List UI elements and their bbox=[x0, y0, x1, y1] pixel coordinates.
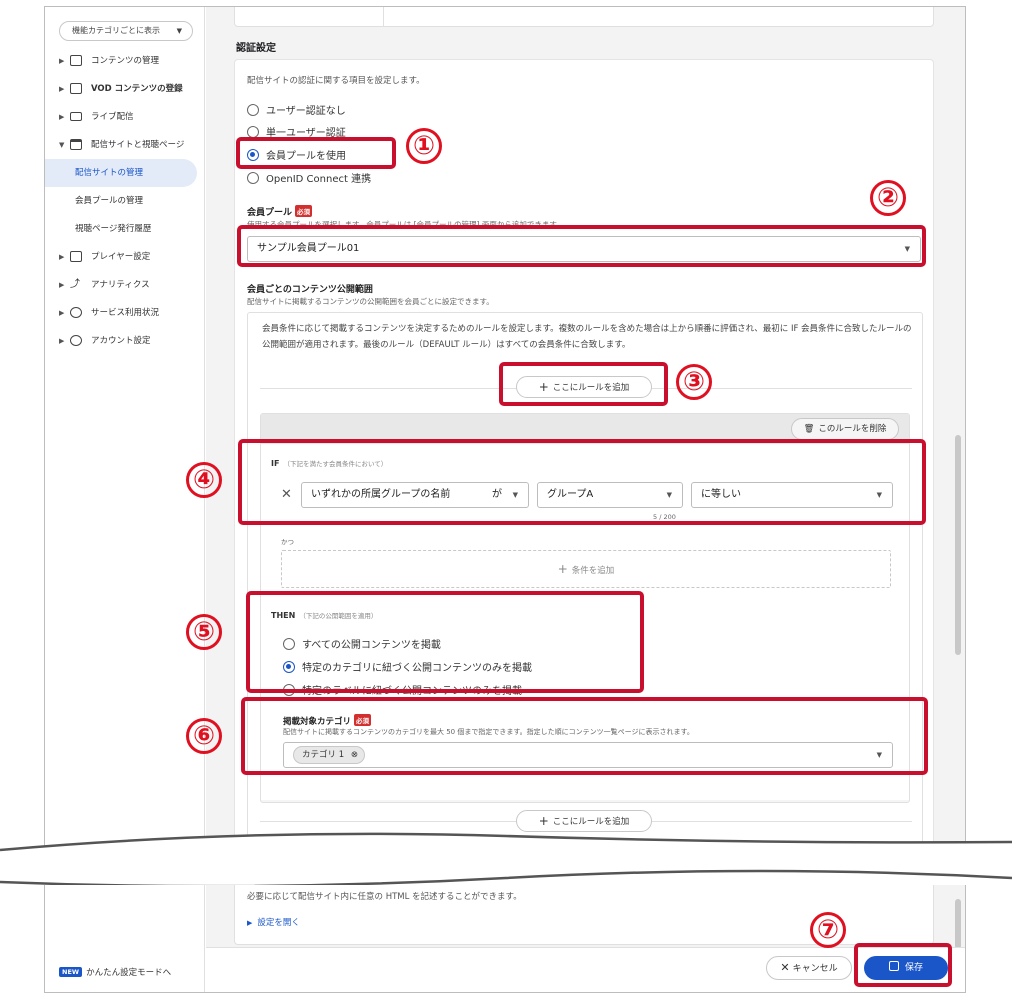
add-condition-button[interactable]: + 条件を追加 bbox=[281, 550, 891, 588]
caret-right-icon: ▶ bbox=[247, 919, 253, 927]
radio-button[interactable] bbox=[247, 172, 259, 184]
annotation-number-3: ③ bbox=[676, 364, 712, 400]
analytics-icon: ⤴ bbox=[70, 279, 80, 290]
auth-section-title: 認証設定 bbox=[236, 43, 276, 54]
and-label: かつ bbox=[281, 538, 294, 546]
delete-rule-button[interactable]: 🗑 このルールを削除 bbox=[791, 418, 899, 440]
chevron-right-icon: ▶ bbox=[59, 309, 65, 317]
trash-icon: 🗑 bbox=[803, 424, 815, 434]
sidebar-item-player[interactable]: ▶ プレイヤー設定 bbox=[45, 243, 205, 271]
scope-label: 会員ごとのコンテンツ公開範囲 bbox=[247, 285, 373, 295]
chevron-right-icon: ▶ bbox=[59, 281, 65, 289]
previous-card bbox=[234, 7, 934, 27]
sidebar-item-label: ライブ配信 bbox=[91, 112, 134, 122]
sidebar-item-label: アナリティクス bbox=[91, 280, 150, 290]
add-condition-label: 条件を追加 bbox=[571, 566, 615, 576]
annotation-number-4: ④ bbox=[186, 462, 222, 498]
sidebar-item-label: VOD コンテンツの登録 bbox=[91, 84, 183, 94]
camera-icon bbox=[70, 112, 82, 121]
radio-no-auth[interactable]: ユーザー認証なし bbox=[247, 102, 346, 118]
pool-label-text: 会員プール bbox=[247, 208, 293, 218]
radio-label: ユーザー認証なし bbox=[266, 106, 346, 117]
radio-button[interactable] bbox=[247, 104, 259, 116]
main-content-bottom: 必要に応じて配信サイト内に任意の HTML を記述することができます。 ▶ 設定を… bbox=[206, 885, 965, 992]
chevron-down-icon: ▼ bbox=[59, 141, 65, 149]
annotation-box-1 bbox=[236, 137, 396, 169]
chevron-right-icon: ▶ bbox=[59, 85, 65, 93]
sidebar-item-sites[interactable]: ▼ 配信サイトと視聴ページ bbox=[45, 131, 205, 159]
easy-mode-label: かんたん設定モードへ bbox=[86, 968, 172, 978]
category-view-select[interactable]: 機能カテゴリごとに表示 ▼ bbox=[59, 21, 193, 41]
annotation-box-2 bbox=[237, 225, 926, 267]
required-badge: 必須 bbox=[295, 205, 313, 217]
radio-label: OpenID Connect 連携 bbox=[266, 174, 372, 185]
annotation-number-2: ② bbox=[870, 180, 906, 216]
easy-mode-link[interactable]: NEW かんたん設定モードへ bbox=[59, 966, 171, 978]
plus-icon: + bbox=[557, 562, 568, 576]
sidebar-subitem-site-manage[interactable]: 配信サイトの管理 bbox=[45, 159, 197, 187]
chevron-right-icon: ▶ bbox=[59, 57, 65, 65]
open-settings-label: 設定を開く bbox=[257, 918, 300, 928]
annotation-number-7: ⑦ bbox=[810, 912, 846, 948]
sidebar-item-vod-register[interactable]: ▶ VOD コンテンツの登録 bbox=[45, 75, 205, 103]
sidebar-item-label: コンテンツの管理 bbox=[91, 56, 160, 66]
add-box-icon bbox=[70, 83, 82, 94]
chevron-right-icon: ▶ bbox=[59, 337, 65, 345]
chevron-right-icon: ▶ bbox=[59, 113, 65, 121]
action-bar: ✕ キャンセル 保存 bbox=[206, 947, 965, 992]
sidebar-subitem-history[interactable]: 視聴ページ発行履歴 bbox=[45, 215, 205, 243]
account-icon bbox=[70, 335, 82, 346]
new-badge: NEW bbox=[59, 967, 83, 977]
chevron-down-icon: ▼ bbox=[176, 27, 182, 35]
sidebar-item-label: 配信サイトと視聴ページ bbox=[91, 140, 185, 150]
sidebar-item-label: プレイヤー設定 bbox=[91, 252, 151, 262]
annotation-box-6 bbox=[241, 697, 928, 775]
annotation-box-5 bbox=[246, 591, 644, 693]
cancel-button[interactable]: ✕ キャンセル bbox=[766, 956, 852, 980]
player-icon bbox=[70, 251, 82, 262]
close-icon: ✕ bbox=[780, 961, 790, 974]
scrollbar-bottom[interactable] bbox=[955, 899, 961, 949]
scrollbar[interactable] bbox=[955, 435, 961, 655]
annotation-number-1: ① bbox=[406, 128, 442, 164]
annotation-box-3 bbox=[499, 362, 668, 406]
html-description: 必要に応じて配信サイト内に任意の HTML を記述することができます。 bbox=[247, 892, 522, 902]
window-icon bbox=[70, 139, 82, 150]
sidebar-subitem-pool-manage[interactable]: 会員プールの管理 bbox=[45, 187, 205, 215]
sidebar-item-live[interactable]: ▶ ライブ配信 bbox=[45, 103, 205, 131]
sidebar-bottom: NEW かんたん設定モードへ bbox=[45, 885, 205, 992]
pool-label: 会員プール 必須 bbox=[247, 205, 313, 218]
play-box-icon bbox=[70, 55, 82, 66]
usage-icon bbox=[70, 307, 82, 318]
auth-description: 配信サイトの認証に関する項目を設定します。 bbox=[247, 76, 425, 86]
annotation-box-7 bbox=[854, 943, 952, 987]
sidebar-item-analytics[interactable]: ▶ ⤴ アナリティクス bbox=[45, 271, 205, 299]
cancel-label: キャンセル bbox=[792, 964, 838, 974]
radio-openid[interactable]: OpenID Connect 連携 bbox=[247, 170, 371, 186]
delete-rule-label: このルールを削除 bbox=[818, 424, 887, 434]
sidebar-item-usage[interactable]: ▶ サービス利用状況 bbox=[45, 299, 205, 327]
sidebar: 機能カテゴリごとに表示 ▼ ▶ コンテンツの管理 ▶ VOD コンテンツの登録 … bbox=[45, 7, 205, 852]
sidebar-item-account[interactable]: ▶ アカウント設定 bbox=[45, 327, 205, 355]
annotation-number-5: ⑤ bbox=[186, 614, 222, 650]
sidebar-nav: ▶ コンテンツの管理 ▶ VOD コンテンツの登録 ▶ ライブ配信 ▼ 配信サイ… bbox=[45, 47, 205, 355]
category-view-label: 機能カテゴリごとに表示 bbox=[72, 26, 160, 35]
annotation-number-6: ⑥ bbox=[186, 718, 222, 754]
annotation-box-4 bbox=[238, 439, 926, 525]
sidebar-item-label: アカウント設定 bbox=[91, 336, 151, 346]
sidebar-item-contents[interactable]: ▶ コンテンツの管理 bbox=[45, 47, 205, 75]
sidebar-item-label: サービス利用状況 bbox=[91, 308, 160, 318]
open-settings-link[interactable]: ▶ 設定を開く bbox=[247, 916, 300, 928]
chevron-right-icon: ▶ bbox=[59, 253, 65, 261]
scope-help: 配信サイトに掲載するコンテンツの公開範囲を会員ごとに設定できます。 bbox=[247, 297, 494, 306]
rules-description: 会員条件に応じて掲載するコンテンツを決定するためのルールを設定します。複数のルー… bbox=[262, 324, 912, 350]
